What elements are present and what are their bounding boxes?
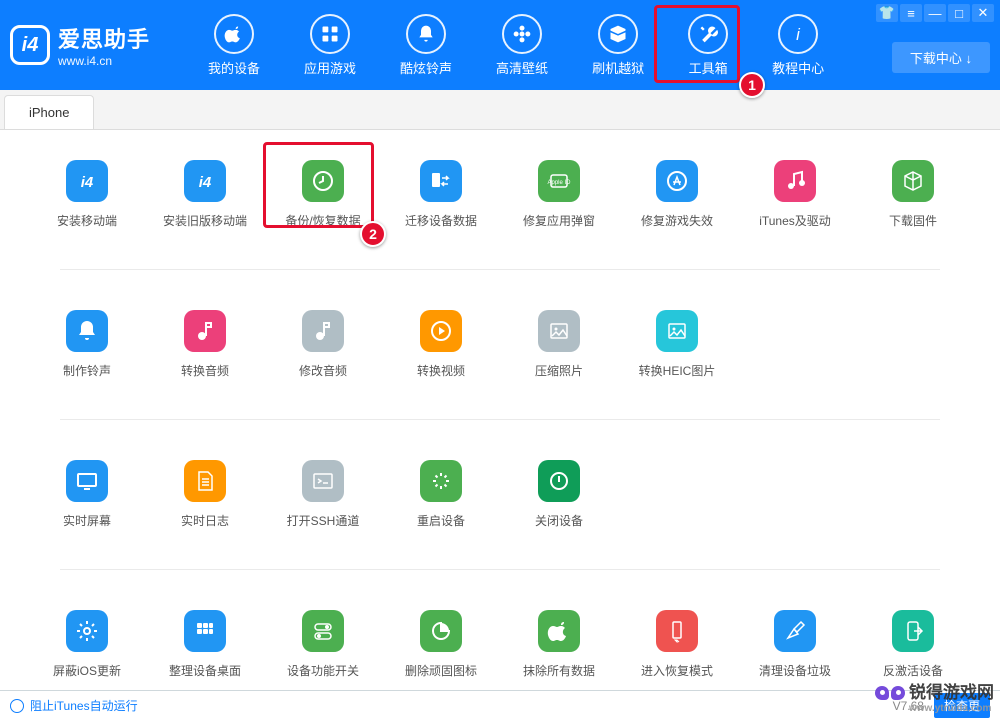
apple-icon xyxy=(538,610,580,652)
nav-flash-jailbreak[interactable]: 刷机越狱 xyxy=(584,10,652,81)
logo-icon: i4 xyxy=(10,25,50,65)
callout-1-box xyxy=(654,5,740,83)
tool-appleid[interactable]: 修复应用弹窗 xyxy=(502,160,616,229)
callout-1: 1 xyxy=(739,72,765,98)
menu-icon[interactable]: ≡ xyxy=(900,4,922,22)
tool-cube[interactable]: 下载固件 xyxy=(856,160,970,229)
nav-wallpapers[interactable]: 高清壁纸 xyxy=(488,10,556,81)
box-icon xyxy=(598,14,638,54)
watermark: 锐得游戏网 www.ytruida.com xyxy=(875,678,994,714)
callout-2-box xyxy=(263,142,374,228)
terminal-icon xyxy=(302,460,344,502)
tool-astore[interactable]: 修复游戏失效 xyxy=(620,160,734,229)
tool-image[interactable]: 转换HEIC图片 xyxy=(620,310,734,379)
tool-doc[interactable]: 实时日志 xyxy=(148,460,262,529)
pie-icon xyxy=(420,610,462,652)
gear-icon xyxy=(66,610,108,652)
tool-power[interactable]: 关闭设备 xyxy=(502,460,616,529)
tool-note[interactable]: 修改音频 xyxy=(266,310,380,379)
flower-icon xyxy=(502,14,542,54)
image-icon xyxy=(656,310,698,352)
maximize-button[interactable]: □ xyxy=(948,4,970,22)
download-center-button[interactable]: 下载中心 ↓ xyxy=(892,42,990,73)
tool-monitor[interactable]: 实时屏幕 xyxy=(30,460,144,529)
tool-loading[interactable]: 重启设备 xyxy=(384,460,498,529)
window-controls: 👕 ≡ ― □ ✕ xyxy=(876,4,994,22)
tool-apple[interactable]: 抹除所有数据 xyxy=(502,610,616,679)
tool-phone[interactable]: 进入恢复模式 xyxy=(620,610,734,679)
i4-icon xyxy=(184,160,226,202)
tool-note[interactable]: 转换音频 xyxy=(148,310,262,379)
radio-icon xyxy=(10,699,24,713)
nav-apps-games[interactable]: 应用游戏 xyxy=(296,10,364,81)
monitor-icon xyxy=(66,460,108,502)
tool-i4[interactable]: 安装旧版移动端 xyxy=(148,160,262,229)
i4-icon xyxy=(66,160,108,202)
info-icon xyxy=(778,14,818,54)
device-tabs: iPhone xyxy=(0,90,1000,130)
note-icon xyxy=(302,310,344,352)
cube-icon xyxy=(892,160,934,202)
music-icon xyxy=(774,160,816,202)
nav-tutorials[interactable]: 教程中心 xyxy=(764,10,832,81)
tab-iphone[interactable]: iPhone xyxy=(4,95,94,129)
loading-icon xyxy=(420,460,462,502)
close-button[interactable]: ✕ xyxy=(972,4,994,22)
play-icon xyxy=(420,310,462,352)
tool-gear[interactable]: 屏蔽iOS更新 xyxy=(30,610,144,679)
tool-bell[interactable]: 制作铃声 xyxy=(30,310,144,379)
tool-terminal[interactable]: 打开SSH通道 xyxy=(266,460,380,529)
tool-deact[interactable]: 反激活设备 xyxy=(856,610,970,679)
transfer-icon xyxy=(420,160,462,202)
header: i4 爱思助手 www.i4.cn 我的设备 应用游戏 酷炫铃声 高清壁纸 刷机… xyxy=(0,0,1000,90)
minimize-button[interactable]: ― xyxy=(924,4,946,22)
tool-play[interactable]: 转换视频 xyxy=(384,310,498,379)
nav-ringtones[interactable]: 酷炫铃声 xyxy=(392,10,460,81)
deact-icon xyxy=(892,610,934,652)
note-icon xyxy=(184,310,226,352)
tool-toggle[interactable]: 设备功能开关 xyxy=(266,610,380,679)
phone-icon xyxy=(656,610,698,652)
astore-icon xyxy=(656,160,698,202)
block-itunes-toggle[interactable]: 阻止iTunes自动运行 xyxy=(10,697,138,714)
status-bar: 阻止iTunes自动运行 V7.68 检查更 xyxy=(0,690,1000,720)
tool-transfer[interactable]: 迁移设备数据 xyxy=(384,160,498,229)
broom-icon xyxy=(774,610,816,652)
shirt-icon[interactable]: 👕 xyxy=(876,4,898,22)
nav-my-device[interactable]: 我的设备 xyxy=(200,10,268,81)
tools-panel: 安装移动端安装旧版移动端备份/恢复数据迁移设备数据修复应用弹窗修复游戏失效iTu… xyxy=(0,130,1000,709)
app-logo: i4 爱思助手 www.i4.cn xyxy=(10,22,195,68)
watermark-icon xyxy=(875,686,905,706)
tool-broom[interactable]: 清理设备垃圾 xyxy=(738,610,852,679)
image-icon xyxy=(538,310,580,352)
appleid-icon xyxy=(538,160,580,202)
power-icon xyxy=(538,460,580,502)
app-url: www.i4.cn xyxy=(58,54,150,68)
toggle-icon xyxy=(302,610,344,652)
apps-icon xyxy=(310,14,350,54)
callout-2: 2 xyxy=(360,221,386,247)
tool-image[interactable]: 压缩照片 xyxy=(502,310,616,379)
bell-icon xyxy=(66,310,108,352)
tool-grid[interactable]: 整理设备桌面 xyxy=(148,610,262,679)
app-name: 爱思助手 xyxy=(58,22,150,54)
grid-icon xyxy=(184,610,226,652)
doc-icon xyxy=(184,460,226,502)
bell-icon xyxy=(406,14,446,54)
tool-music[interactable]: iTunes及驱动 xyxy=(738,160,852,229)
tool-i4[interactable]: 安装移动端 xyxy=(30,160,144,229)
apple-icon xyxy=(214,14,254,54)
tool-pie[interactable]: 删除顽固图标 xyxy=(384,610,498,679)
